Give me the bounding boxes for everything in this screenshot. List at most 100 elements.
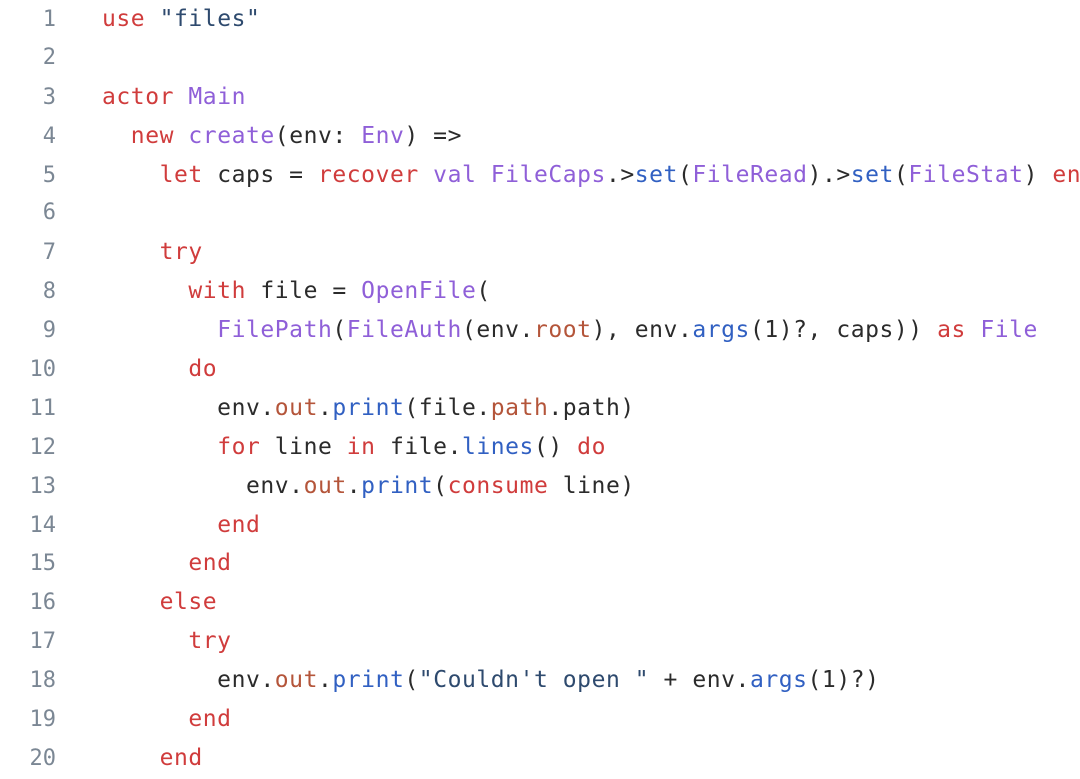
line-number: 20 [29, 745, 57, 771]
token-plain: line) [548, 472, 635, 499]
code-line[interactable]: 14 end [0, 506, 1080, 545]
code-line[interactable]: 18 env.out.print("Couldn't open " + env.… [0, 661, 1080, 700]
token-kw: consume [447, 472, 549, 499]
token-plain: . [317, 667, 333, 694]
token-type: Env [361, 122, 405, 149]
token-plain: . [346, 472, 362, 499]
line-content: env.out.print(consume line) [56, 467, 635, 506]
token-plain: ( [893, 161, 909, 188]
line-content: actor Main [56, 78, 246, 117]
token-kw: end [1052, 161, 1080, 188]
line-number: 11 [29, 395, 57, 421]
token-plain: (1)?, caps)) [749, 317, 938, 344]
code-line[interactable]: 12 for line in file.lines() do [0, 428, 1080, 467]
line-content: for line in file.lines() do [56, 428, 606, 467]
code-line[interactable]: 17 try [0, 622, 1080, 661]
token-field: out [274, 394, 318, 421]
line-content: env.out.print(file.path.path) [56, 389, 635, 428]
token-plain: . [317, 394, 333, 421]
token-plain: env. [102, 394, 275, 421]
token-kw: try [188, 628, 232, 655]
token-method: print [332, 394, 405, 421]
token-plain: ), env. [591, 317, 693, 344]
code-line[interactable]: 13 env.out.print(consume line) [0, 467, 1080, 506]
token-field: root [533, 317, 592, 344]
token-plain: line [260, 433, 347, 460]
line-content: try [56, 622, 232, 661]
token-plain: ( [332, 317, 347, 344]
token-kw: for [217, 433, 261, 460]
token-field: path [490, 394, 549, 421]
token-method: set [850, 161, 894, 188]
token-string: "Couldn't open " [418, 667, 650, 694]
token-type: FileStat [908, 161, 1024, 188]
token-plain: () [533, 433, 578, 460]
token-plain: file. [375, 433, 462, 460]
code-line[interactable]: 16 else [0, 583, 1080, 622]
token-string: "files" [159, 6, 261, 32]
token-type: File [980, 317, 1038, 344]
code-line[interactable]: 11 env.out.print(file.path.path) [0, 389, 1080, 428]
line-number: 8 [42, 279, 56, 305]
code-line[interactable]: 6 [0, 194, 1080, 233]
line-content: end [56, 739, 203, 778]
line-number: 17 [29, 629, 57, 655]
line-content: FilePath(FileAuth(env.root), env.args(1)… [56, 311, 1038, 350]
token-method: args [749, 667, 808, 694]
token-kw: recover [317, 161, 419, 188]
token-plain: .> [605, 161, 635, 188]
line-content: do [56, 350, 217, 389]
token-kw: try [159, 239, 203, 266]
code-line[interactable]: 9 FilePath(FileAuth(env.root), env.args(… [0, 311, 1080, 350]
code-line[interactable]: 20 end [0, 739, 1080, 778]
token-method: print [361, 472, 434, 499]
code-line[interactable]: 8 with file = OpenFile( [0, 272, 1080, 311]
token-kw: do [577, 433, 606, 460]
code-line[interactable]: 3 actor Main [0, 78, 1080, 117]
token-plain: ).> [807, 161, 851, 188]
token-plain: (file. [404, 394, 491, 421]
code-line[interactable]: 7 try [0, 233, 1080, 272]
line-number: 12 [29, 434, 57, 460]
token-kw: as [937, 317, 966, 344]
token-method: lines [461, 433, 534, 460]
line-number: 10 [29, 357, 57, 383]
token-kw: end [188, 706, 232, 733]
token-plain: ) [1023, 161, 1053, 188]
token-plain: ) => [404, 122, 462, 149]
code-line[interactable]: 1 use "files" [0, 0, 1080, 39]
code-line[interactable]: 15 end [0, 544, 1080, 583]
code-line[interactable]: 19 end [0, 700, 1080, 739]
token-plain: env. [102, 667, 275, 694]
token-plain: ( [433, 472, 448, 499]
code-line[interactable]: 2 [0, 39, 1080, 78]
token-kw: with [188, 278, 246, 305]
token-type: FileAuth [346, 317, 462, 344]
code-line[interactable]: 10 do [0, 350, 1080, 389]
token-plain: (1)?) [807, 667, 880, 694]
token-field: out [274, 667, 318, 694]
token-method: set [634, 161, 678, 188]
line-content: else [56, 583, 217, 622]
line-number: 13 [29, 473, 57, 499]
token-plain: ( [476, 278, 491, 305]
code-line[interactable]: 4 new create(env: Env) => [0, 117, 1080, 156]
line-number: 9 [42, 318, 56, 344]
token-method: args [692, 317, 750, 344]
line-number: 14 [29, 512, 57, 538]
code-line[interactable]: 5 let caps = recover val FileCaps.>set(F… [0, 156, 1080, 195]
token-kw: let [159, 161, 203, 188]
code-listing[interactable]: 1 use "files" 2 3 actor Main 4 new create(env… [0, 0, 1080, 778]
token-type: Main [188, 83, 246, 110]
